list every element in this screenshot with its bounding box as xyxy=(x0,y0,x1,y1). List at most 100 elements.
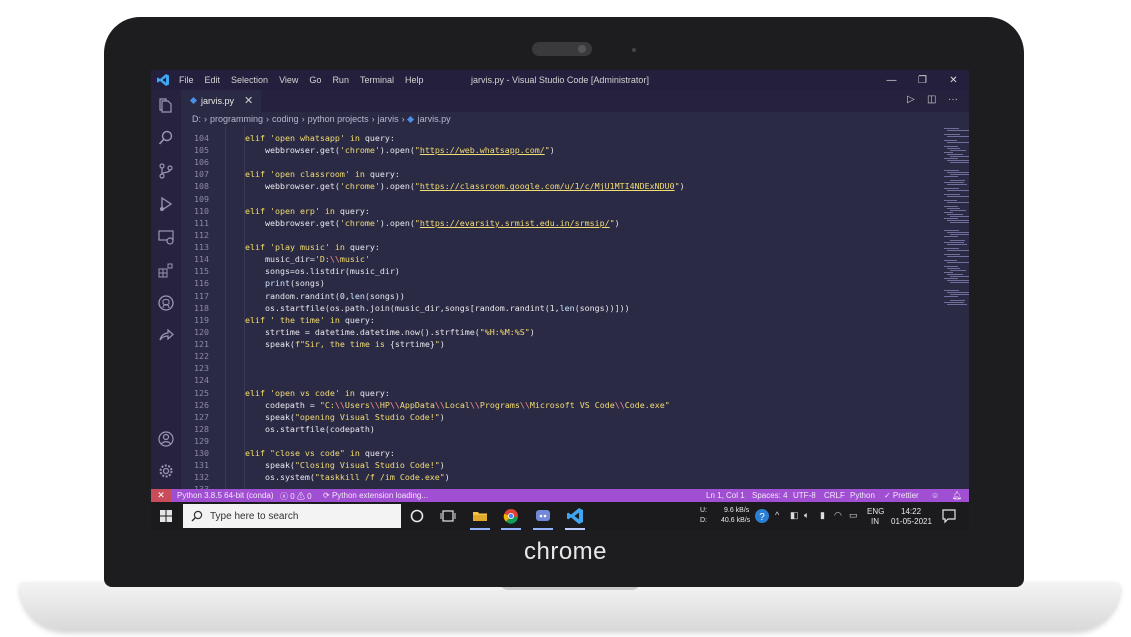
windows-start-icon[interactable] xyxy=(160,510,172,522)
code-line[interactable]: 128 os.startfile(codepath) xyxy=(181,423,921,435)
code-line[interactable]: 113 elif 'play music' in query: xyxy=(181,241,921,253)
breadcrumb-item[interactable]: programming xyxy=(210,114,263,124)
code-line[interactable]: 106 xyxy=(181,156,921,168)
explorer-icon[interactable] xyxy=(158,98,174,114)
volume-icon[interactable]: 🔈︎ xyxy=(804,510,809,521)
run-debug-icon[interactable] xyxy=(158,196,174,212)
accounts-icon[interactable] xyxy=(158,431,174,447)
clock-time[interactable]: 14:22 xyxy=(901,507,921,516)
code-editor[interactable]: 104 elif 'open whatsapp' in query: 105 we… xyxy=(181,126,969,489)
code-line[interactable]: 123 xyxy=(181,362,921,374)
cursor-position[interactable]: Ln 1, Col 1 xyxy=(706,491,745,500)
tab-jarvis-py[interactable]: jarvis.py ✕ xyxy=(181,90,261,112)
close-window-button[interactable]: ✕ xyxy=(938,70,969,90)
task-view-icon[interactable] xyxy=(440,508,456,524)
vscode-taskbar-icon[interactable] xyxy=(567,508,583,524)
code-text: os.startfile(codepath) xyxy=(225,423,375,435)
language-mode[interactable]: Python xyxy=(850,491,875,500)
encoding[interactable]: UTF-8 xyxy=(793,491,816,500)
code-line[interactable]: 124 xyxy=(181,374,921,386)
window-controls: — ❐ ✕ xyxy=(876,70,969,90)
code-line[interactable]: 115 songs=os.listdir(music_dir) xyxy=(181,265,921,277)
breadcrumb-item[interactable]: python projects xyxy=(308,114,369,124)
breadcrumb-item[interactable]: jarvis.py xyxy=(418,114,451,124)
sync-icon: ⟳ xyxy=(323,491,332,500)
code-line[interactable]: 119 elif ' the time' in query: xyxy=(181,314,921,326)
indentation[interactable]: Spaces: 4 xyxy=(752,491,788,500)
python-interpreter[interactable]: Python 3.8.5 64-bit (conda) xyxy=(177,491,274,500)
code-line[interactable]: 131 speak("Closing Visual Studio Code!") xyxy=(181,459,921,471)
remote-indicator-icon[interactable]: ✕ xyxy=(151,489,171,502)
notifications-icon[interactable] xyxy=(941,508,957,524)
minimap[interactable] xyxy=(941,126,969,326)
input-language[interactable]: ENG xyxy=(867,507,884,516)
code-line[interactable]: 110 elif 'open erp' in query: xyxy=(181,205,921,217)
code-line[interactable]: 112 xyxy=(181,229,921,241)
code-line[interactable]: 108 webbrowser.get('chrome').open("https… xyxy=(181,180,921,192)
problems-count[interactable]: ⓧ 0 ⚠ 0 xyxy=(280,491,312,502)
code-token: ) xyxy=(439,339,445,350)
code-line[interactable]: 111 webbrowser.get('chrome').open("https… xyxy=(181,217,921,229)
restore-button[interactable]: ❐ xyxy=(907,70,938,90)
close-tab-icon[interactable]: ✕ xyxy=(244,94,253,107)
bell-icon[interactable]: 🔔︎ xyxy=(952,491,962,500)
code-line[interactable]: 114 music_dir='D:\\music' xyxy=(181,253,921,265)
microphone-icon[interactable]: ▮ xyxy=(820,510,825,521)
code-line[interactable]: 109 xyxy=(181,193,921,205)
code-line[interactable]: 127 speak("opening Visual Studio Code!") xyxy=(181,411,921,423)
help-icon[interactable]: ? xyxy=(754,508,770,524)
chrome-icon[interactable] xyxy=(503,508,519,524)
code-line[interactable]: 129 xyxy=(181,435,921,447)
live-share-icon[interactable] xyxy=(158,328,174,344)
meet-now-icon[interactable]: ◧ xyxy=(790,510,799,521)
more-actions-icon[interactable]: ··· xyxy=(948,94,958,105)
running-indicator xyxy=(501,528,521,530)
code-line[interactable]: 116 print(songs) xyxy=(181,277,921,289)
code-line[interactable]: 118 os.startfile(os.path.join(music_dir,… xyxy=(181,302,921,314)
file-explorer-icon[interactable] xyxy=(472,508,488,524)
input-region[interactable]: IN xyxy=(871,517,879,526)
chevron-up-icon[interactable]: ^ xyxy=(775,510,779,520)
wifi-icon[interactable]: ◠ xyxy=(834,510,842,521)
feedback-icon[interactable]: ☺ xyxy=(931,491,939,500)
line-endings[interactable]: CRLF xyxy=(824,491,845,500)
breadcrumb-item[interactable]: coding xyxy=(272,114,299,124)
prettier-status[interactable]: ✓ Prettier xyxy=(884,491,919,500)
source-control-icon[interactable] xyxy=(158,163,174,179)
code-text: webbrowser.get('chrome').open("https://c… xyxy=(225,180,685,192)
code-line[interactable]: 104 elif 'open whatsapp' in query: xyxy=(181,132,921,144)
code-line[interactable]: 122 xyxy=(181,350,921,362)
run-file-icon[interactable]: ▷ xyxy=(907,94,915,105)
gear-icon[interactable] xyxy=(158,463,174,479)
minimap-line xyxy=(947,232,969,233)
code-token: in xyxy=(329,242,350,253)
line-number: 105 xyxy=(194,145,209,156)
laptop-base xyxy=(20,582,1120,630)
taskbar-search[interactable]: Type here to search xyxy=(183,504,401,528)
breadcrumb-item[interactable]: jarvis xyxy=(378,114,399,124)
code-line[interactable]: 120 strtime = datetime.datetime.now().st… xyxy=(181,326,921,338)
battery-icon[interactable]: ▭ xyxy=(849,510,858,521)
code-line[interactable]: 121 speak(f"Sir, the time is {strtime}") xyxy=(181,338,921,350)
code-token: codepath = xyxy=(225,399,320,410)
code-line[interactable]: 117 random.randint(0,len(songs)) xyxy=(181,290,921,302)
clock-date[interactable]: 01-05-2021 xyxy=(891,517,932,526)
code-line[interactable]: 126 codepath = "C:\\Users\\HP\\AppData\\… xyxy=(181,399,921,411)
discord-icon[interactable] xyxy=(535,508,551,524)
code-line[interactable]: 130 elif "close vs code" in query: xyxy=(181,447,921,459)
extensions-icon[interactable] xyxy=(158,262,174,278)
net-down-label: D: xyxy=(700,517,707,524)
remote-explorer-icon[interactable] xyxy=(158,229,174,245)
minimap-line xyxy=(950,294,969,295)
code-line[interactable]: 125 elif 'open vs code' in query: xyxy=(181,387,921,399)
code-line[interactable]: 107 elif 'open classroom' in query: xyxy=(181,168,921,180)
breadcrumb-item[interactable]: D: xyxy=(192,114,201,124)
github-icon[interactable] xyxy=(158,295,174,311)
minimize-button[interactable]: — xyxy=(876,70,907,90)
code-line[interactable]: 105 webbrowser.get('chrome').open("https… xyxy=(181,144,921,156)
cortana-icon[interactable] xyxy=(409,508,425,524)
split-editor-icon[interactable]: ◫ xyxy=(927,94,936,105)
search-icon[interactable] xyxy=(158,130,174,146)
code-line[interactable]: 132 os.system("taskkill /f /im Code.exe"… xyxy=(181,471,921,483)
extension-status[interactable]: ⟳ Python extension loading... xyxy=(323,491,428,500)
